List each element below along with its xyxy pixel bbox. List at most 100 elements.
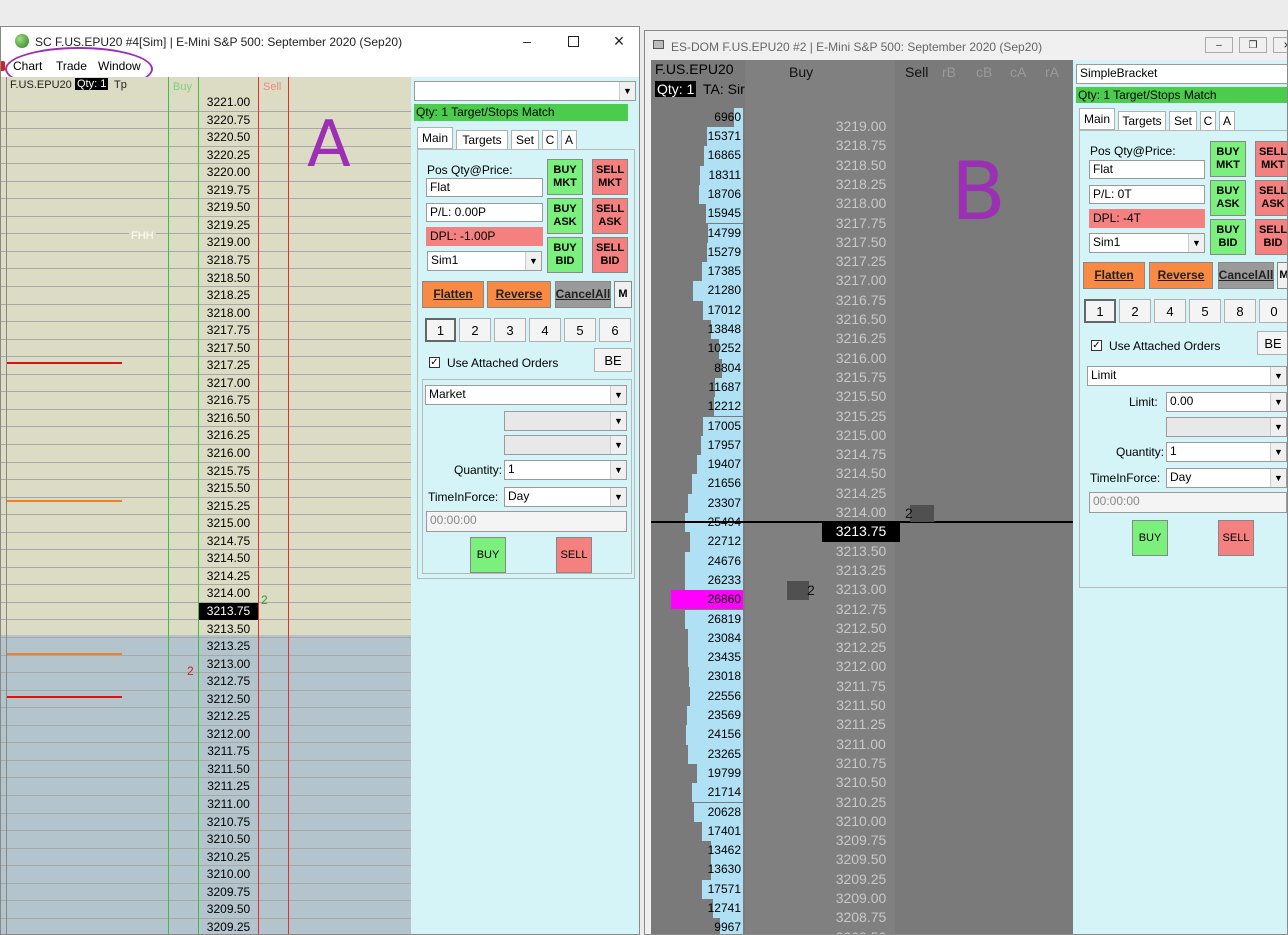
tab-targets[interactable]: Targets — [456, 130, 508, 150]
dom-price-cell[interactable]: 3218.50 — [822, 156, 900, 175]
sell-mkt-button[interactable]: SELL MKT — [592, 159, 628, 195]
bracket-dropdown[interactable]: SimpleBracket — [1076, 64, 1287, 84]
price-row[interactable]: 3216.75 — [1, 392, 411, 410]
sell-bid-button[interactable]: SELL BID — [592, 237, 628, 273]
price-row[interactable]: 3216.50 — [1, 410, 411, 428]
maximize-icon[interactable] — [559, 31, 587, 51]
dom-price-cell[interactable]: 3210.75 — [822, 754, 900, 773]
buy-bid-button[interactable]: BUY BID — [1210, 219, 1246, 255]
cancel-all-button[interactable]: CancelAll — [1218, 262, 1274, 289]
account-dropdown[interactable]: Sim1 ▼ — [427, 251, 542, 271]
be-button[interactable]: BE — [594, 348, 632, 372]
dom-price-cell[interactable]: 3213.75 — [822, 522, 900, 542]
m-button[interactable]: M — [614, 281, 632, 308]
buy-button[interactable]: BUY — [1132, 520, 1168, 556]
price-row[interactable]: 3209.25 — [1, 919, 411, 934]
qty-button-2[interactable]: 2 — [459, 318, 491, 342]
price-row[interactable]: 3217.50 — [1, 340, 411, 358]
dom-price-cell[interactable]: 3214.25 — [822, 484, 900, 503]
qty-button-1[interactable]: 1 — [425, 318, 456, 342]
buy-ask-button[interactable]: BUY ASK — [1210, 180, 1246, 216]
tab-a[interactable]: A — [1219, 111, 1235, 131]
price-ladder-a[interactable]: 3221.00 3220.75 3220.50 3220.25 3220.00 3219.… — [1, 94, 411, 934]
minimize-icon[interactable]: – — [1205, 37, 1233, 53]
dom-price-cell[interactable]: 3219.00 — [822, 117, 900, 136]
sell-mkt-button[interactable]: SELL MKT — [1255, 141, 1287, 177]
dom-price-cell[interactable]: 3208.50 — [822, 928, 900, 934]
qty-button-5[interactable]: 5 — [1189, 299, 1221, 323]
m-button[interactable]: M — [1277, 262, 1287, 289]
dom-price-cell[interactable]: 3218.75 — [822, 136, 900, 155]
price-row[interactable]: 3218.75 — [1, 252, 411, 270]
price-row[interactable]: 3213.50 — [1, 621, 411, 639]
limit-dropdown[interactable]: 0.00 ▼ — [1166, 392, 1287, 412]
sell-bid-button[interactable]: SELL BID — [1255, 219, 1287, 255]
tab-main[interactable]: Main — [1079, 108, 1115, 130]
dom-price-cell[interactable]: 3209.25 — [822, 870, 900, 889]
bracket-dropdown[interactable]: ▼ — [414, 81, 636, 101]
price-dropdown-2[interactable]: ▼ — [504, 435, 627, 455]
qty-button-8[interactable]: 8 — [1224, 299, 1256, 323]
buy-bid-button[interactable]: BUY BID — [547, 237, 583, 273]
dom-price-cell[interactable]: 3214.00 — [822, 503, 900, 522]
use-attached-checkbox[interactable]: ✓ — [1091, 340, 1102, 351]
dom-price-cell[interactable]: 3213.25 — [822, 561, 900, 580]
price-dropdown-1[interactable]: ▼ — [504, 411, 627, 431]
price-row[interactable]: 3217.00 — [1, 375, 411, 393]
dom-price-ladder[interactable]: 3219.00 3218.75 3218.50 3218.25 3218.00 3217.… — [745, 60, 1073, 934]
price-row[interactable]: 3209.50 — [1, 901, 411, 919]
price-row[interactable]: 3215.00 — [1, 515, 411, 533]
dom-price-cell[interactable]: 3217.00 — [822, 271, 900, 290]
price-row[interactable]: 3219.00 — [1, 234, 411, 252]
dom-price-cell[interactable]: 3218.00 — [822, 194, 900, 213]
qty-button-3[interactable]: 3 — [494, 318, 526, 342]
price-row[interactable]: 3218.00 — [1, 305, 411, 323]
dom-price-cell[interactable]: 3208.75 — [822, 908, 900, 927]
be-button[interactable]: BE — [1257, 331, 1287, 355]
dom-price-cell[interactable]: 3215.00 — [822, 426, 900, 445]
price-row[interactable]: 3218.25 — [1, 287, 411, 305]
dom-price-cell[interactable]: 3216.50 — [822, 310, 900, 329]
price-row[interactable]: 3215.75 — [1, 463, 411, 481]
dom-price-cell[interactable]: 3215.75 — [822, 368, 900, 387]
time-field[interactable]: 00:00:00 — [1089, 492, 1287, 513]
qty-button-5[interactable]: 5 — [564, 318, 596, 342]
price-row[interactable]: 3214.25 — [1, 568, 411, 586]
price-row[interactable]: 3210.50 — [1, 831, 411, 849]
price-row[interactable]: 3211.00 — [1, 796, 411, 814]
qty-button-6[interactable]: 6 — [599, 318, 631, 342]
price-row[interactable]: 3210.25 — [1, 849, 411, 867]
price-row[interactable]: 3213.00 — [1, 656, 411, 674]
minimize-icon[interactable]: – — [513, 31, 541, 51]
sell-ask-button[interactable]: SELL ASK — [1255, 180, 1287, 216]
dom-price-cell[interactable]: 3210.25 — [822, 793, 900, 812]
price-row[interactable]: 3212.75 — [1, 673, 411, 691]
price-row[interactable]: 3215.50 — [1, 480, 411, 498]
dom-sell-order-block[interactable] — [910, 505, 934, 522]
price-row[interactable]: 3212.50 — [1, 691, 411, 709]
price-dropdown[interactable]: ▼ — [1166, 417, 1287, 437]
qty-button-4[interactable]: 4 — [1154, 299, 1186, 323]
buy-button[interactable]: BUY — [470, 537, 506, 573]
buy-ask-button[interactable]: BUY ASK — [547, 198, 583, 234]
dom-price-cell[interactable]: 3212.50 — [822, 619, 900, 638]
price-row[interactable]: 3211.50 — [1, 761, 411, 779]
flatten-button[interactable]: Flatten — [422, 281, 484, 308]
qty-button-0[interactable]: 0 — [1259, 299, 1287, 323]
tab-set[interactable]: Set — [1169, 111, 1197, 131]
dom-price-cell[interactable]: 3216.25 — [822, 329, 900, 348]
price-row[interactable]: 3219.75 — [1, 182, 411, 200]
dom-price-cell[interactable]: 3217.75 — [822, 214, 900, 233]
qty-button-4[interactable]: 4 — [529, 318, 561, 342]
price-row[interactable]: 3210.00 — [1, 866, 411, 884]
price-row[interactable]: 3213.75 — [1, 602, 411, 621]
price-row[interactable]: 3217.25 — [1, 357, 411, 375]
reverse-button[interactable]: Reverse — [487, 281, 551, 308]
dom-price-cell[interactable]: 3216.75 — [822, 291, 900, 310]
dom-price-cell[interactable]: 3210.00 — [822, 812, 900, 831]
dom-price-cell[interactable]: 3214.50 — [822, 464, 900, 483]
dom-price-cell[interactable]: 3218.25 — [822, 175, 900, 194]
price-row[interactable]: 3210.75 — [1, 814, 411, 832]
price-row[interactable]: 3218.50 — [1, 270, 411, 288]
dom-price-cell[interactable]: 3217.50 — [822, 233, 900, 252]
